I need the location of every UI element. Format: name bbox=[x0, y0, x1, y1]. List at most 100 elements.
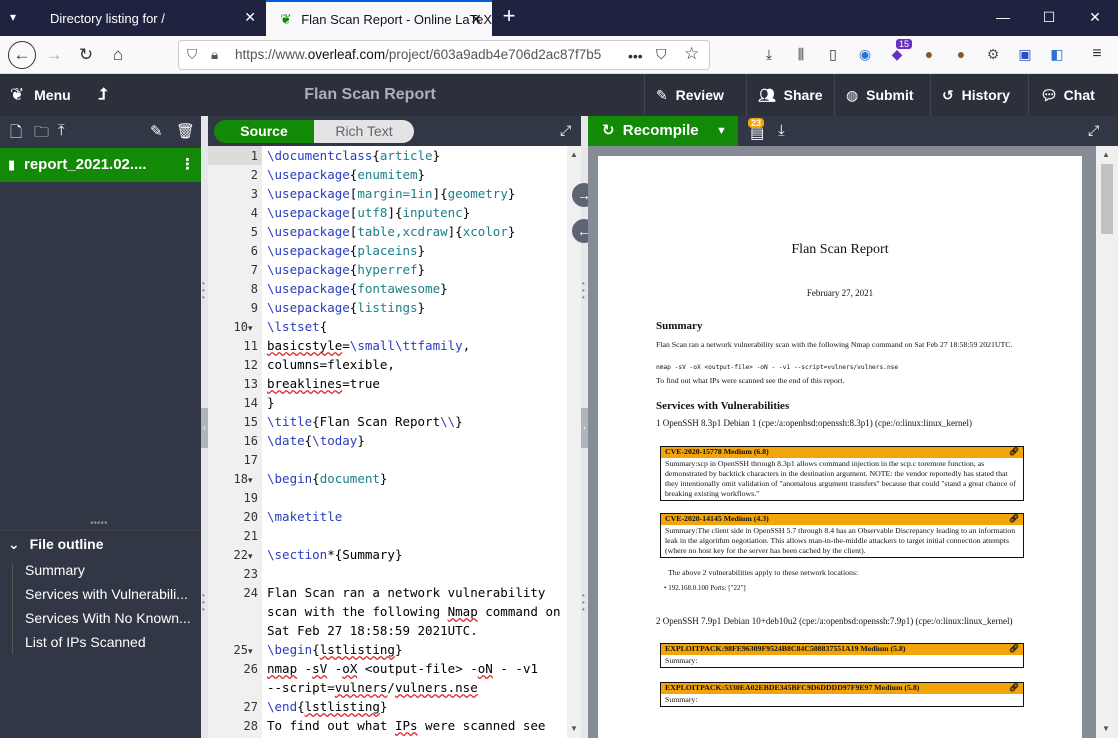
tab-title: Directory listing for / bbox=[50, 10, 165, 26]
collapse-filetree-icon[interactable]: ‹ bbox=[201, 408, 208, 448]
cve-summary: Summary:The client side in OpenSSH 5.7 t… bbox=[665, 526, 1016, 555]
minimize-button[interactable]: — bbox=[980, 0, 1026, 36]
cookie-icon[interactable]: ● bbox=[920, 45, 938, 63]
rename-pencil-icon[interactable]: ✎ bbox=[150, 122, 163, 140]
back-button[interactable]: ← bbox=[8, 41, 36, 69]
library-icon[interactable]: ⫼ bbox=[792, 45, 810, 63]
close-tab-icon[interactable]: ✕ bbox=[244, 9, 256, 26]
page-actions-icon[interactable]: ••• bbox=[628, 48, 643, 64]
menu-button[interactable]: ❦ Menu bbox=[10, 74, 71, 116]
rich-text-mode-button[interactable]: Rich Text bbox=[314, 120, 414, 143]
chat-button[interactable]: 💬︎ Chat bbox=[1040, 74, 1095, 116]
scroll-down-icon[interactable]: ▼ bbox=[570, 724, 578, 733]
outline-item-services-vulns[interactable]: Services with Vulnerabili... bbox=[25, 586, 195, 602]
outline-item-services-no-known[interactable]: Services With No Known... bbox=[25, 610, 195, 626]
download-pdf-icon[interactable]: ⤓ bbox=[778, 122, 785, 139]
fold-arrow-icon[interactable]: ▾ bbox=[248, 551, 253, 562]
drag-handle-icon[interactable]: • • • bbox=[202, 592, 205, 614]
pdf-nmap-command: nmap -sV -oX <output-file> -oN - -v1 --s… bbox=[656, 364, 899, 371]
link-icon[interactable]: 🔗︎ bbox=[1009, 683, 1019, 693]
scroll-down-icon[interactable]: ▼ bbox=[1102, 724, 1110, 733]
scroll-up-icon[interactable]: ▲ bbox=[1102, 150, 1110, 159]
fold-arrow-icon[interactable]: ▾ bbox=[248, 475, 253, 486]
share-button[interactable]: 👥︎ Share bbox=[758, 74, 823, 116]
scroll-up-icon[interactable]: ▲ bbox=[570, 150, 578, 159]
chat-label: Chat bbox=[1063, 87, 1095, 103]
fold-arrow-icon[interactable]: ▾ bbox=[248, 646, 253, 657]
new-file-icon[interactable]: 🗋︎ bbox=[10, 122, 22, 147]
delete-trash-icon[interactable]: 🗑︎ bbox=[176, 122, 195, 140]
cookie-editor-icon[interactable]: ● bbox=[952, 45, 970, 63]
project-title[interactable]: Flan Scan Report bbox=[290, 74, 450, 116]
file-icon: ▮ bbox=[8, 157, 16, 172]
fold-arrow-icon[interactable]: ▾ bbox=[248, 323, 253, 334]
drag-handle-icon[interactable]: • • • bbox=[202, 280, 205, 302]
file-item-report[interactable]: ▮ report_2021.02.... ⋮ bbox=[0, 148, 201, 182]
tab-directory-listing[interactable]: Directory listing for / ✕ bbox=[36, 0, 266, 36]
close-window-button[interactable]: ✕ bbox=[1072, 0, 1118, 36]
review-button[interactable]: ✎ Review bbox=[656, 74, 724, 116]
downloads-icon[interactable]: ⤓ bbox=[760, 45, 778, 63]
filetree-divider[interactable]: • • • ‹ • • • bbox=[201, 116, 208, 738]
new-tab-button[interactable]: + bbox=[496, 4, 522, 30]
close-tab-icon[interactable]: ✕ bbox=[470, 11, 482, 28]
link-icon[interactable]: 🔗︎ bbox=[1009, 644, 1019, 654]
pdf-service-2: 2 OpenSSH 7.9p1 Debian 10+deb10u2 (cpe:/… bbox=[656, 616, 1013, 626]
code-editor[interactable]: \documentclass{article} \usepackage{enum… bbox=[262, 146, 567, 738]
reload-button[interactable]: ↻ bbox=[72, 41, 100, 69]
code-line: \usepackage{placeins} bbox=[267, 243, 426, 258]
recompile-button[interactable]: ↻ Recompile ▼ bbox=[588, 116, 738, 146]
line-number: 20 bbox=[243, 510, 258, 524]
editor-toolbar: Source Rich Text ⤢ bbox=[208, 116, 582, 146]
line-number: 26 bbox=[243, 662, 258, 676]
upload-icon[interactable]: ⤒ bbox=[58, 122, 65, 139]
expand-pdf-icon[interactable]: ⤢ bbox=[1088, 122, 1099, 139]
cve-summary: Summary:scp in OpenSSH through 8.3p1 all… bbox=[665, 459, 1016, 498]
file-menu-icon[interactable]: ⋮ bbox=[180, 148, 195, 182]
scroll-thumb[interactable] bbox=[1101, 164, 1113, 234]
bookmark-star-icon[interactable]: ☆ bbox=[684, 44, 699, 64]
home-button[interactable]: ⌂ bbox=[104, 41, 132, 69]
maximize-button[interactable]: ☐ bbox=[1026, 0, 1072, 36]
drag-handle-icon[interactable]: • • • bbox=[582, 280, 585, 302]
history-button[interactable]: ↺ History bbox=[942, 74, 1010, 116]
resize-handle-icon[interactable]: ••••• bbox=[90, 518, 108, 529]
code-line: breaklines=true bbox=[267, 376, 380, 391]
link-icon[interactable]: 🔗︎ bbox=[1009, 514, 1019, 524]
tab-title: Flan Scan Report - Online LaTeX bbox=[301, 11, 492, 27]
menu-label: Menu bbox=[34, 87, 71, 103]
expand-icon[interactable]: ⤢ bbox=[560, 122, 571, 139]
chat-bubble-icon: 💬︎ bbox=[1040, 87, 1058, 103]
exploit-title: EXPLOITPACK:98FE96309F9524B8C84C50883755… bbox=[665, 644, 906, 653]
save-icon[interactable]: ▣ bbox=[1016, 45, 1034, 63]
pdf-scrollbar[interactable]: ▲ ▼ bbox=[1096, 146, 1118, 738]
tab-list-icon[interactable]: ▾ bbox=[10, 10, 26, 26]
extension-translate-icon[interactable]: ◧ bbox=[1048, 45, 1066, 63]
extension-gears-icon[interactable]: ⚙ bbox=[984, 45, 1002, 63]
drag-handle-icon[interactable]: • • • bbox=[582, 592, 585, 614]
editor-pdf-divider[interactable]: • • • › • • • bbox=[581, 116, 588, 738]
source-mode-button[interactable]: Source bbox=[214, 120, 314, 143]
recompile-dropdown-icon[interactable]: ▼ bbox=[716, 116, 727, 146]
pocket-icon[interactable]: ⛉ bbox=[656, 46, 667, 63]
app-menu-icon[interactable]: ≡ bbox=[1088, 45, 1106, 63]
tab-overleaf[interactable]: ❦ Flan Scan Report - Online LaTeX ✕ bbox=[266, 0, 492, 36]
sidebar-icon[interactable]: ▯ bbox=[824, 45, 842, 63]
outline-item-summary[interactable]: Summary bbox=[25, 562, 195, 578]
forward-button[interactable]: → bbox=[40, 41, 68, 69]
pdf-viewer[interactable]: Flan Scan Report February 27, 2021 Summa… bbox=[588, 146, 1118, 756]
file-name: report_2021.02.... bbox=[24, 156, 147, 173]
overleaf-toolbar: ❦ Menu ⮥ Flan Scan Report ✎ Review 👥︎ Sh… bbox=[0, 74, 1118, 116]
submit-button[interactable]: ◍ Submit bbox=[846, 74, 914, 116]
line-number: 19 bbox=[243, 491, 258, 505]
collapse-editor-icon[interactable]: › bbox=[581, 408, 588, 448]
lock-icon[interactable]: 🔒︎ bbox=[211, 41, 218, 69]
outline-item-ips-scanned[interactable]: List of IPs Scanned bbox=[25, 634, 195, 650]
new-folder-icon[interactable]: 🗀︎ bbox=[34, 122, 49, 147]
extension-globe-icon[interactable]: ◉ bbox=[856, 45, 874, 63]
back-to-projects-icon[interactable]: ⮥ bbox=[98, 74, 107, 116]
shield-icon[interactable]: ⛉ bbox=[187, 41, 197, 69]
file-outline-header[interactable]: ⌄ File outline bbox=[0, 530, 201, 556]
link-icon[interactable]: 🔗︎ bbox=[1009, 447, 1019, 457]
line-number: 10 bbox=[233, 320, 248, 334]
